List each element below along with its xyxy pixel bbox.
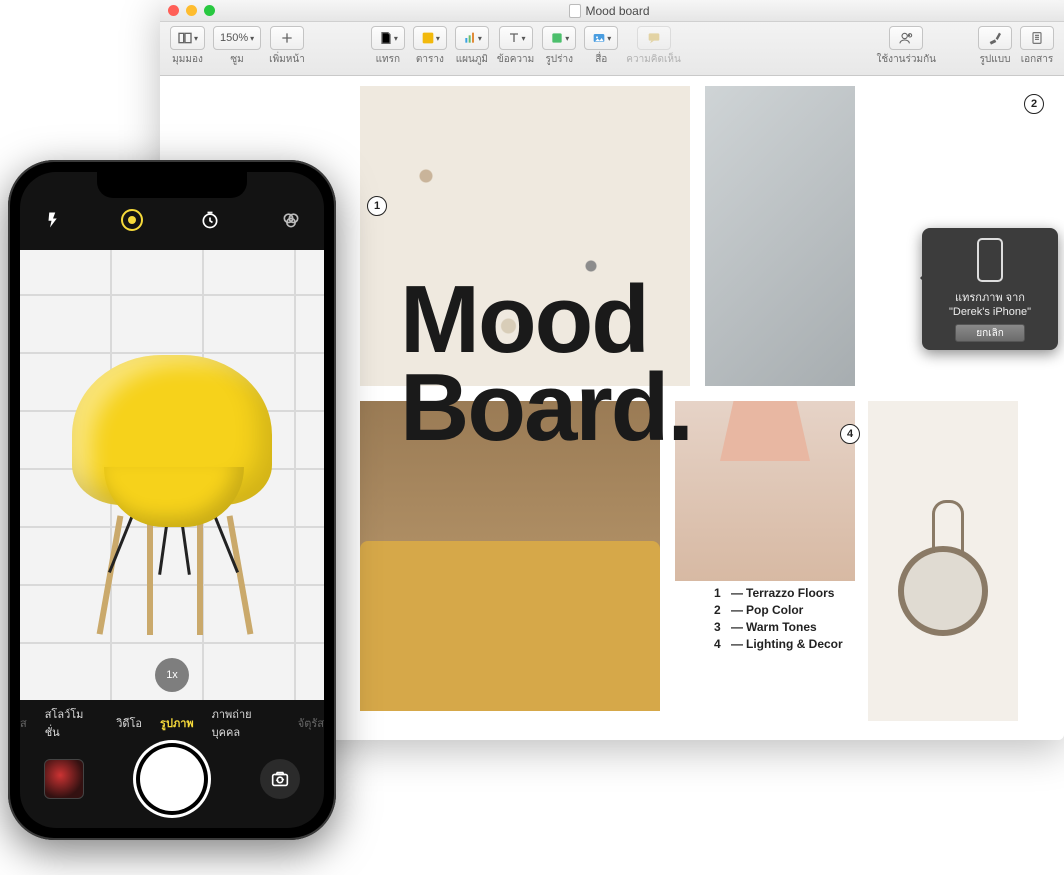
minimize-window-icon[interactable] — [186, 5, 197, 16]
mode-video[interactable]: วิดีโอ — [116, 714, 142, 732]
mode-timelapse-partial[interactable]: ส — [20, 714, 27, 732]
badge-1: 1 — [367, 196, 387, 216]
comment-button[interactable] — [637, 26, 671, 50]
document-icon — [569, 4, 581, 18]
comment-label: ความคิดเห็น — [626, 52, 681, 67]
continuity-popup: แทรกภาพ จาก "Derek's iPhone" ยกเลิก — [922, 228, 1058, 350]
close-window-icon[interactable] — [168, 5, 179, 16]
iphone-device: 1x ส สโลว์โมชั่น วิดีโอ รูปภาพ ภาพถ่ายบุ… — [8, 160, 336, 840]
mode-slomo[interactable]: สโลว์โมชั่น — [45, 705, 98, 741]
add-page-label: เพิ่มหน้า — [269, 52, 305, 67]
image-concrete[interactable] — [705, 86, 855, 386]
camera-bottom-controls — [20, 744, 324, 814]
zoom-window-icon[interactable] — [204, 5, 215, 16]
window-title: Mood board — [585, 4, 649, 18]
camera-viewfinder[interactable]: 1x — [20, 250, 324, 700]
mode-photo[interactable]: รูปภาพ — [160, 714, 194, 732]
shape-label: รูปร่าง — [545, 52, 573, 67]
toolbar: ▾ มุมมอง 150%▾ ซูม เพิ่มหน้า ▾ แทรก ▾ — [160, 22, 1064, 76]
shutter-button[interactable] — [140, 747, 204, 811]
iphone-outline-icon — [977, 238, 1003, 282]
popup-text-line1: แทรกภาพ จาก — [930, 288, 1050, 306]
table-label: ตาราง — [416, 52, 444, 67]
add-page-button[interactable] — [270, 26, 304, 50]
view-label: มุมมอง — [172, 52, 203, 67]
zoom-label: ซูม — [230, 52, 243, 67]
notch — [97, 172, 247, 198]
timer-icon[interactable] — [197, 207, 223, 233]
view-button[interactable]: ▾ — [170, 26, 205, 50]
iphone-screen: 1x ส สโลว์โมชั่น วิดีโอ รูปภาพ ภาพถ่ายบุ… — [20, 172, 324, 828]
live-photo-icon[interactable] — [121, 209, 143, 231]
chart-button[interactable]: ▾ — [455, 26, 489, 50]
flip-camera-button[interactable] — [260, 759, 300, 799]
zoom-indicator[interactable]: 1x — [155, 658, 189, 692]
mode-portrait[interactable]: ภาพถ่ายบุคคล — [212, 705, 280, 741]
badge-2: 2 — [1024, 94, 1044, 114]
flash-icon[interactable] — [40, 207, 66, 233]
titlebar: Mood board — [160, 0, 1064, 22]
media-button[interactable]: ▾ — [584, 26, 618, 50]
cancel-button[interactable]: ยกเลิก — [955, 324, 1025, 342]
mode-square-partial[interactable]: จัตุรัส — [298, 714, 324, 732]
image-lamp[interactable] — [675, 401, 855, 581]
format-button[interactable] — [978, 26, 1012, 50]
insert-button[interactable]: ▾ — [371, 26, 405, 50]
insert-label: แทรก — [376, 52, 400, 67]
zoom-dropdown[interactable]: 150%▾ — [213, 26, 261, 50]
subject-chair — [67, 355, 277, 635]
camera-top-controls — [20, 200, 324, 240]
shape-button[interactable]: ▾ — [542, 26, 576, 50]
image-mirror[interactable] — [868, 401, 1018, 721]
text-label: ข้อความ — [497, 52, 534, 67]
filters-icon[interactable] — [278, 207, 304, 233]
popup-text-line2: "Derek's iPhone" — [930, 306, 1050, 318]
page-title[interactable]: Mood Board. — [400, 276, 692, 453]
last-photo-thumbnail[interactable] — [44, 759, 84, 799]
media-label: สื่อ — [595, 52, 607, 67]
text-button[interactable]: ▾ — [499, 26, 533, 50]
camera-mode-selector[interactable]: ส สโลว์โมชั่น วิดีโอ รูปภาพ ภาพถ่ายบุคคล… — [20, 710, 324, 736]
document-button[interactable] — [1020, 26, 1054, 50]
legend: 1—Terrazzo Floors 2—Pop Color 3—Warm Ton… — [714, 586, 843, 654]
format-label: รูปแบบ — [980, 52, 1011, 67]
chart-label: แผนภูมิ — [456, 52, 488, 67]
table-button[interactable]: ▾ — [413, 26, 447, 50]
collab-label: ใช้งานร่วมกัน — [877, 52, 936, 67]
document-label: เอกสาร — [1021, 52, 1054, 67]
collaborate-button[interactable] — [889, 26, 923, 50]
badge-4: 4 — [840, 424, 860, 444]
